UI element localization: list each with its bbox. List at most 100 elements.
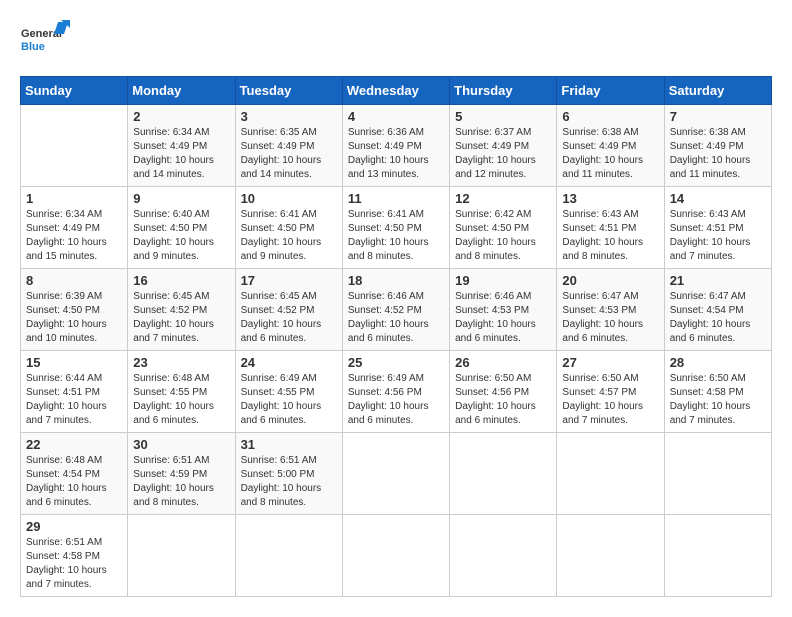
weekday-header-friday: Friday — [557, 77, 664, 105]
day-info: Sunrise: 6:35 AMSunset: 4:49 PMDaylight:… — [241, 126, 337, 182]
day-info: Sunrise: 6:47 AMSunset: 4:53 PMDaylight:… — [562, 290, 658, 346]
day-info: Sunrise: 6:47 AMSunset: 4:54 PMDaylight:… — [670, 290, 766, 346]
day-number: 30 — [133, 437, 229, 452]
calendar-week-row: 22 Sunrise: 6:48 AMSunset: 4:54 PMDayligh… — [21, 433, 772, 515]
calendar-week-row: 1Sunrise: 6:34 AMSunset: 4:49 PMDaylight… — [21, 187, 772, 269]
day-number: 15 — [26, 355, 122, 370]
day-number: 28 — [670, 355, 766, 370]
calendar-cell: 4Sunrise: 6:36 AMSunset: 4:49 PMDaylight… — [342, 105, 449, 187]
weekday-header-wednesday: Wednesday — [342, 77, 449, 105]
day-number: 17 — [241, 273, 337, 288]
calendar-cell: 11 Sunrise: 6:41 AMSunset: 4:50 PMDayligh… — [342, 187, 449, 269]
day-info: Sunrise: 6:50 AMSunset: 4:57 PMDaylight:… — [562, 372, 658, 428]
day-info: Sunrise: 6:34 AMSunset: 4:49 PMDaylight:… — [133, 126, 229, 182]
day-info: Sunrise: 6:51 AMSunset: 4:58 PMDaylight:… — [26, 536, 122, 592]
day-number: 14 — [670, 191, 766, 206]
day-info: Sunrise: 6:48 AMSunset: 4:55 PMDaylight:… — [133, 372, 229, 428]
calendar-cell: 3 Sunrise: 6:35 AMSunset: 4:49 PMDaylight… — [235, 105, 342, 187]
day-number: 2 — [133, 109, 229, 124]
day-info: Sunrise: 6:46 AMSunset: 4:52 PMDaylight:… — [348, 290, 444, 346]
day-info: Sunrise: 6:37 AMSunset: 4:49 PMDaylight:… — [455, 126, 551, 182]
logo-svg: General Blue — [20, 20, 70, 60]
calendar-cell — [664, 515, 771, 597]
calendar-cell: 25Sunrise: 6:49 AMSunset: 4:56 PMDayligh… — [342, 351, 449, 433]
logo: General Blue — [20, 20, 70, 60]
calendar-cell: 26Sunrise: 6:50 AMSunset: 4:56 PMDayligh… — [450, 351, 557, 433]
weekday-header-row: SundayMondayTuesdayWednesdayThursdayFrid… — [21, 77, 772, 105]
day-number: 21 — [670, 273, 766, 288]
weekday-header-sunday: Sunday — [21, 77, 128, 105]
calendar-cell: 8Sunrise: 6:39 AMSunset: 4:50 PMDaylight… — [21, 269, 128, 351]
calendar-cell — [450, 433, 557, 515]
day-info: Sunrise: 6:51 AMSunset: 4:59 PMDaylight:… — [133, 454, 229, 510]
calendar-cell — [450, 515, 557, 597]
day-number: 9 — [133, 191, 229, 206]
day-number: 4 — [348, 109, 444, 124]
day-info: Sunrise: 6:43 AMSunset: 4:51 PMDaylight:… — [562, 208, 658, 264]
calendar-cell: 23 Sunrise: 6:48 AMSunset: 4:55 PMDayligh… — [128, 351, 235, 433]
day-info: Sunrise: 6:49 AMSunset: 4:55 PMDaylight:… — [241, 372, 337, 428]
day-number: 26 — [455, 355, 551, 370]
calendar-cell: 5Sunrise: 6:37 AMSunset: 4:49 PMDaylight… — [450, 105, 557, 187]
day-number: 29 — [26, 519, 122, 534]
day-number: 19 — [455, 273, 551, 288]
page-header: General Blue — [20, 20, 772, 60]
calendar-cell — [557, 515, 664, 597]
calendar-cell: 14 Sunrise: 6:43 AMSunset: 4:51 PMDayligh… — [664, 187, 771, 269]
day-number: 10 — [241, 191, 337, 206]
weekday-header-tuesday: Tuesday — [235, 77, 342, 105]
calendar-cell: 16 Sunrise: 6:45 AMSunset: 4:52 PMDayligh… — [128, 269, 235, 351]
calendar-cell: 20 Sunrise: 6:47 AMSunset: 4:53 PMDayligh… — [557, 269, 664, 351]
day-info: Sunrise: 6:43 AMSunset: 4:51 PMDaylight:… — [670, 208, 766, 264]
calendar-cell: 22 Sunrise: 6:48 AMSunset: 4:54 PMDayligh… — [21, 433, 128, 515]
calendar-week-row: 15 Sunrise: 6:44 AMSunset: 4:51 PMDayligh… — [21, 351, 772, 433]
day-number: 24 — [241, 355, 337, 370]
day-number: 13 — [562, 191, 658, 206]
day-info: Sunrise: 6:48 AMSunset: 4:54 PMDaylight:… — [26, 454, 122, 510]
day-number: 23 — [133, 355, 229, 370]
weekday-header-saturday: Saturday — [664, 77, 771, 105]
calendar-cell: 17 Sunrise: 6:45 AMSunset: 4:52 PMDayligh… — [235, 269, 342, 351]
day-number: 11 — [348, 191, 444, 206]
day-number: 18 — [348, 273, 444, 288]
day-info: Sunrise: 6:45 AMSunset: 4:52 PMDaylight:… — [133, 290, 229, 346]
calendar-cell: 31Sunrise: 6:51 AMSunset: 5:00 PMDayligh… — [235, 433, 342, 515]
calendar-cell: 30 Sunrise: 6:51 AMSunset: 4:59 PMDayligh… — [128, 433, 235, 515]
day-number: 27 — [562, 355, 658, 370]
day-info: Sunrise: 6:41 AMSunset: 4:50 PMDaylight:… — [241, 208, 337, 264]
calendar-cell: 13 Sunrise: 6:43 AMSunset: 4:51 PMDayligh… — [557, 187, 664, 269]
day-number: 20 — [562, 273, 658, 288]
calendar-week-row: 2 Sunrise: 6:34 AMSunset: 4:49 PMDaylight… — [21, 105, 772, 187]
calendar-cell: 24 Sunrise: 6:49 AMSunset: 4:55 PMDayligh… — [235, 351, 342, 433]
day-info: Sunrise: 6:38 AMSunset: 4:49 PMDaylight:… — [670, 126, 766, 182]
calendar-cell: 18 Sunrise: 6:46 AMSunset: 4:52 PMDayligh… — [342, 269, 449, 351]
day-info: Sunrise: 6:42 AMSunset: 4:50 PMDaylight:… — [455, 208, 551, 264]
day-info: Sunrise: 6:45 AMSunset: 4:52 PMDaylight:… — [241, 290, 337, 346]
calendar-cell — [128, 515, 235, 597]
calendar-cell: 2 Sunrise: 6:34 AMSunset: 4:49 PMDaylight… — [128, 105, 235, 187]
day-info: Sunrise: 6:39 AMSunset: 4:50 PMDaylight:… — [26, 290, 122, 346]
calendar-cell: 1Sunrise: 6:34 AMSunset: 4:49 PMDaylight… — [21, 187, 128, 269]
weekday-header-thursday: Thursday — [450, 77, 557, 105]
day-number: 3 — [241, 109, 337, 124]
day-number: 6 — [562, 109, 658, 124]
day-number: 22 — [26, 437, 122, 452]
day-number: 16 — [133, 273, 229, 288]
calendar-cell: 21 Sunrise: 6:47 AMSunset: 4:54 PMDayligh… — [664, 269, 771, 351]
day-info: Sunrise: 6:49 AMSunset: 4:56 PMDaylight:… — [348, 372, 444, 428]
calendar-week-row: 8Sunrise: 6:39 AMSunset: 4:50 PMDaylight… — [21, 269, 772, 351]
day-info: Sunrise: 6:41 AMSunset: 4:50 PMDaylight:… — [348, 208, 444, 264]
calendar-cell: 15 Sunrise: 6:44 AMSunset: 4:51 PMDayligh… — [21, 351, 128, 433]
calendar-cell — [21, 105, 128, 187]
day-info: Sunrise: 6:44 AMSunset: 4:51 PMDaylight:… — [26, 372, 122, 428]
day-info: Sunrise: 6:40 AMSunset: 4:50 PMDaylight:… — [133, 208, 229, 264]
calendar-cell: 12 Sunrise: 6:42 AMSunset: 4:50 PMDayligh… — [450, 187, 557, 269]
calendar-cell — [557, 433, 664, 515]
day-number: 12 — [455, 191, 551, 206]
calendar-table: SundayMondayTuesdayWednesdayThursdayFrid… — [20, 76, 772, 597]
day-number: 1 — [26, 191, 122, 206]
calendar-cell — [342, 433, 449, 515]
calendar-cell — [342, 515, 449, 597]
day-info: Sunrise: 6:46 AMSunset: 4:53 PMDaylight:… — [455, 290, 551, 346]
svg-text:Blue: Blue — [21, 41, 45, 53]
